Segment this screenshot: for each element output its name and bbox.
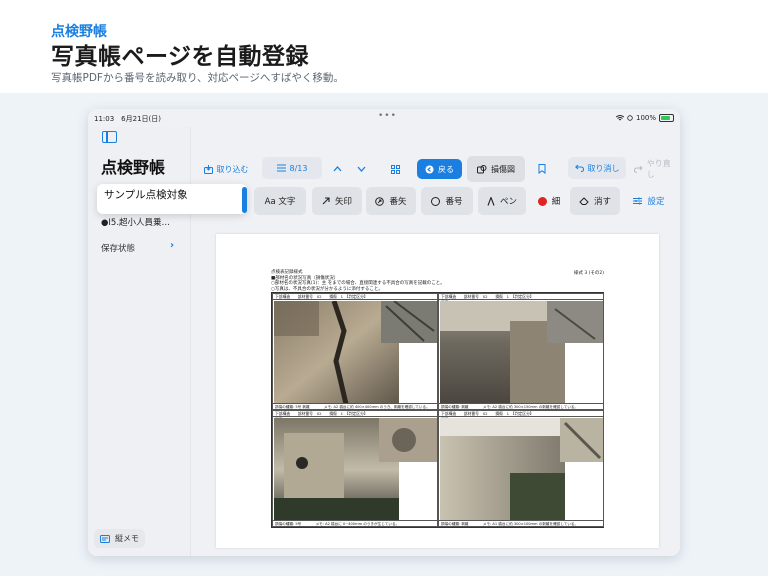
pen-icon — [487, 196, 495, 206]
memo-button[interactable]: 縦メモ — [94, 529, 145, 548]
photo-caption: 損傷の種類: 5号 メモ: A2 橋台に 0~400mm のうきが生じている。 — [273, 520, 437, 526]
stroke-color-button[interactable]: 細 — [532, 187, 566, 215]
grid-icon — [390, 164, 400, 174]
document-form-number: 様式 3 (その2) — [573, 271, 604, 276]
photo-meta: 下部構造 部材番号 02 損傷 1 【判定区分】 — [273, 411, 437, 417]
status-right: 100% — [615, 114, 674, 122]
photo-cell[interactable]: 下部構造 部材番号 02 損傷 1 【判定区分】 写真 12 損傷の種類: 剥離… — [438, 410, 604, 527]
page-down-button[interactable] — [352, 159, 370, 179]
photo-caption: 損傷の種類: 剥離 メモ: A2 橋台に約 300×150mm の剥離を確認して… — [439, 403, 603, 409]
redo-label: やり直し — [646, 159, 671, 179]
popover-label: サンプル点検対象 — [104, 189, 188, 201]
photo-caption: 損傷の種類: 5号 剥離 メモ: A2 橋台に約 400×400mm のうき、剥… — [273, 403, 437, 409]
settings-button[interactable]: 設定 — [628, 187, 670, 215]
pen-tool-button[interactable]: ペン — [478, 187, 526, 215]
undo-button[interactable]: 取り消し — [568, 157, 626, 179]
inspection-photo — [274, 301, 437, 404]
list-icon — [276, 164, 286, 172]
orientation-lock-icon — [627, 115, 633, 121]
promo-header: 点検野帳 写真帳ページを自動登録 写真帳PDFから番号を読み取り、対応ページへす… — [0, 0, 768, 93]
text-tool-label: Aa 文字 — [264, 197, 296, 207]
arrow-tool-button[interactable]: 矢印 — [312, 187, 362, 215]
inspection-photo — [440, 301, 603, 404]
page-counter: 8/13 — [289, 163, 308, 173]
bookmark-icon — [538, 164, 546, 174]
document-header: 点検表記録様式 ■部材名の状況写真（損傷状況） ○部材名の状況写真(1)：主 を… — [271, 270, 445, 292]
popover-accent — [242, 187, 247, 213]
bookmark-button[interactable] — [533, 159, 551, 179]
photo-cell[interactable]: 下部構造 部材番号 02 損傷 1 【判定区分】 写真 10 損傷の種類: 剥離… — [438, 293, 604, 410]
damage-map-icon — [477, 164, 487, 173]
arrow-tool-label: 矢印 — [334, 197, 352, 207]
eraser-icon — [579, 197, 589, 205]
memo-button-label: 縦メモ — [115, 534, 139, 543]
sidebar-item-save-status[interactable]: 保存状態 — [101, 242, 135, 254]
page-list-button[interactable]: 8/13 — [262, 157, 322, 179]
wifi-icon — [615, 115, 624, 121]
target-popover[interactable]: サンプル点検対象 — [97, 184, 247, 214]
multitasking-dots[interactable]: ••• — [378, 111, 397, 121]
status-bar: 11:03 6月21日(日) ••• 100% — [88, 109, 680, 127]
arrow-icon — [322, 197, 330, 205]
eraser-tool-button[interactable]: 消す — [570, 187, 620, 215]
import-label: 取り込む — [216, 164, 249, 174]
inspection-photo — [274, 418, 437, 521]
inspection-photo — [440, 418, 603, 521]
sidebar-item-target[interactable]: ●I5.超小人員乗… — [101, 216, 187, 228]
redo-icon — [634, 165, 643, 173]
sidebar-toggle-icon[interactable] — [102, 131, 117, 143]
photo-caption: 損傷の種類: 剥離 メモ: A1 橋台に約 300×100mm の剥離を確認して… — [439, 520, 603, 526]
undo-label: 取り消し — [587, 163, 620, 173]
sidebar-title: 点検野帳 — [101, 158, 166, 177]
settings-label: 設定 — [647, 197, 665, 207]
import-icon — [203, 164, 213, 174]
status-time: 11:03 6月21日(日) — [94, 115, 161, 123]
grid-view-button[interactable] — [386, 159, 404, 179]
promo-subtitle: 写真帳PDFから番号を読み取り、対応ページへすばやく移動。 — [51, 72, 344, 84]
circle-icon — [431, 196, 441, 206]
number-tool-label: 番号 — [445, 197, 463, 207]
redo-button[interactable]: やり直し — [634, 159, 678, 179]
chevron-right-icon[interactable]: › — [170, 240, 174, 251]
battery-icon — [659, 114, 674, 122]
undo-icon — [574, 164, 584, 172]
text-tool-button[interactable]: Aa 文字 — [254, 187, 306, 215]
chevron-down-icon — [357, 166, 365, 172]
sliders-icon — [633, 197, 643, 205]
promo-headline: 写真帳ページを自動登録 — [51, 44, 310, 70]
photo-meta: 下部構造 部材番号 02 損傷 1 【判定区分】 — [439, 294, 603, 300]
numbered-arrow-tool-button[interactable]: 番矢 — [366, 187, 416, 215]
photo-meta: 下部構造 部材番号 02 損傷 1 【判定区分】 — [273, 294, 437, 300]
numbered-arrow-tool-label: 番矢 — [389, 197, 407, 207]
number-tool-button[interactable]: 番号 — [421, 187, 473, 215]
photo-cell[interactable]: 下部構造 部材番号 02 損傷 1 【判定区分】 損傷の種類: 5号 剥離 メモ… — [272, 293, 438, 410]
eraser-tool-label: 消す — [593, 197, 611, 207]
chevron-up-icon — [333, 166, 341, 172]
damage-map-button[interactable]: 損傷図 — [467, 156, 525, 182]
battery-percent: 100% — [635, 114, 656, 122]
pdf-page[interactable]: 点検表記録様式 ■部材名の状況写真（損傷状況） ○部材名の状況写真(1)：主 を… — [216, 234, 659, 548]
import-button[interactable]: 取り込む — [198, 159, 254, 179]
memo-icon — [100, 534, 110, 543]
back-label: 戻る — [438, 164, 454, 174]
numbered-arrow-icon — [375, 196, 385, 206]
photo-meta: 下部構造 部材番号 02 損傷 1 【判定区分】 — [439, 411, 603, 417]
stroke-width-label: 細 — [551, 197, 561, 207]
photo-grid: 下部構造 部材番号 02 損傷 1 【判定区分】 損傷の種類: 5号 剥離 メモ… — [271, 292, 604, 528]
photo-cell[interactable]: 下部構造 部材番号 02 損傷 1 【判定区分】 写真 11 損傷の種類: 5号… — [272, 410, 438, 527]
page-up-button[interactable] — [328, 159, 346, 179]
damage-map-label: 損傷図 — [491, 164, 515, 174]
color-swatch-icon — [537, 196, 547, 206]
back-icon — [425, 165, 434, 173]
pen-tool-label: ペン — [499, 197, 517, 207]
back-button[interactable]: 戻る — [417, 159, 462, 179]
